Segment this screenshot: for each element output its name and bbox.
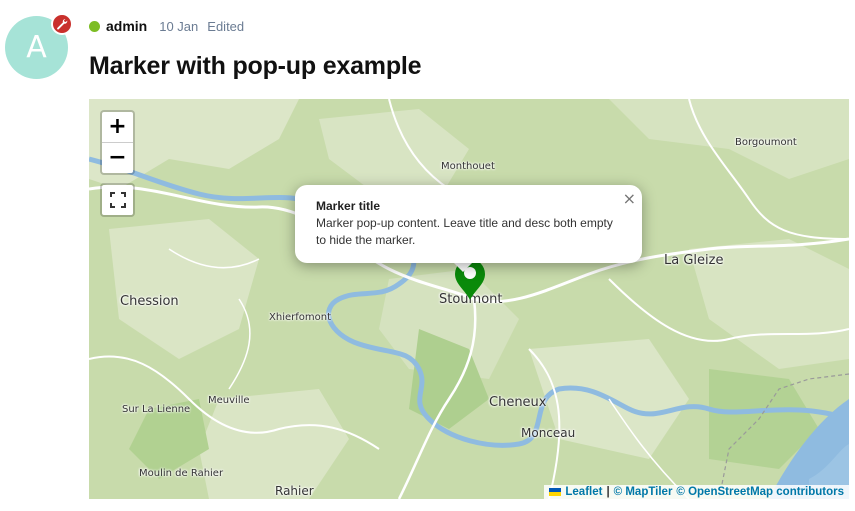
marker-popup: × Marker title Marker pop-up content. Le… (295, 185, 642, 263)
author-name[interactable]: admin (106, 18, 147, 34)
openstreetmap-link[interactable]: © OpenStreetMap contributors (676, 486, 844, 498)
avatar-letter: A (26, 30, 47, 65)
map-label-borgoumont: Borgoumont (735, 137, 797, 148)
map-label-sur-la-lienne: Sur La Lienne (122, 404, 191, 415)
zoom-control: + − (100, 110, 135, 175)
ukraine-flag-icon (549, 488, 562, 496)
maptiler-link[interactable]: © MapTiler (614, 486, 673, 498)
online-status-dot (89, 20, 100, 32)
map-label-rahier: Rahier (275, 484, 314, 498)
leaflet-link[interactable]: Leaflet (565, 486, 602, 498)
popup-close-button[interactable]: × (623, 189, 636, 208)
map-label-monthouet: Monthouet (441, 161, 495, 172)
wrench-icon (51, 13, 73, 35)
map[interactable]: + − Monthouet Borgoumont La Gleize Stoum… (89, 99, 849, 499)
map-label-monceau: Monceau (521, 426, 576, 440)
zoom-in-button[interactable]: + (102, 112, 133, 142)
edited-label[interactable]: Edited (207, 19, 244, 34)
map-label-chession: Chession (120, 294, 179, 309)
popup-title: Marker title (316, 199, 381, 213)
map-label-la-gleize: La Gleize (664, 253, 724, 268)
attribution-separator: | (606, 486, 610, 498)
post-title: Marker with pop-up example (89, 52, 422, 80)
popup-content: Marker pop-up content. Leave title and d… (316, 216, 613, 247)
post-date[interactable]: 10 Jan (159, 19, 198, 34)
map-attribution: Leaflet | © MapTiler © OpenStreetMap con… (544, 485, 849, 499)
map-label-cheneux: Cheneux (489, 395, 547, 410)
map-label-moulin-de-rahier: Moulin de Rahier (139, 468, 224, 479)
map-label-xhierfomont: Xhierfomont (269, 312, 331, 323)
zoom-out-button[interactable]: − (102, 142, 133, 173)
map-label-meuville: Meuville (208, 395, 250, 406)
fullscreen-button[interactable] (100, 183, 135, 217)
post-meta: admin 10 Jan Edited (89, 18, 244, 34)
fullscreen-icon (109, 192, 126, 208)
